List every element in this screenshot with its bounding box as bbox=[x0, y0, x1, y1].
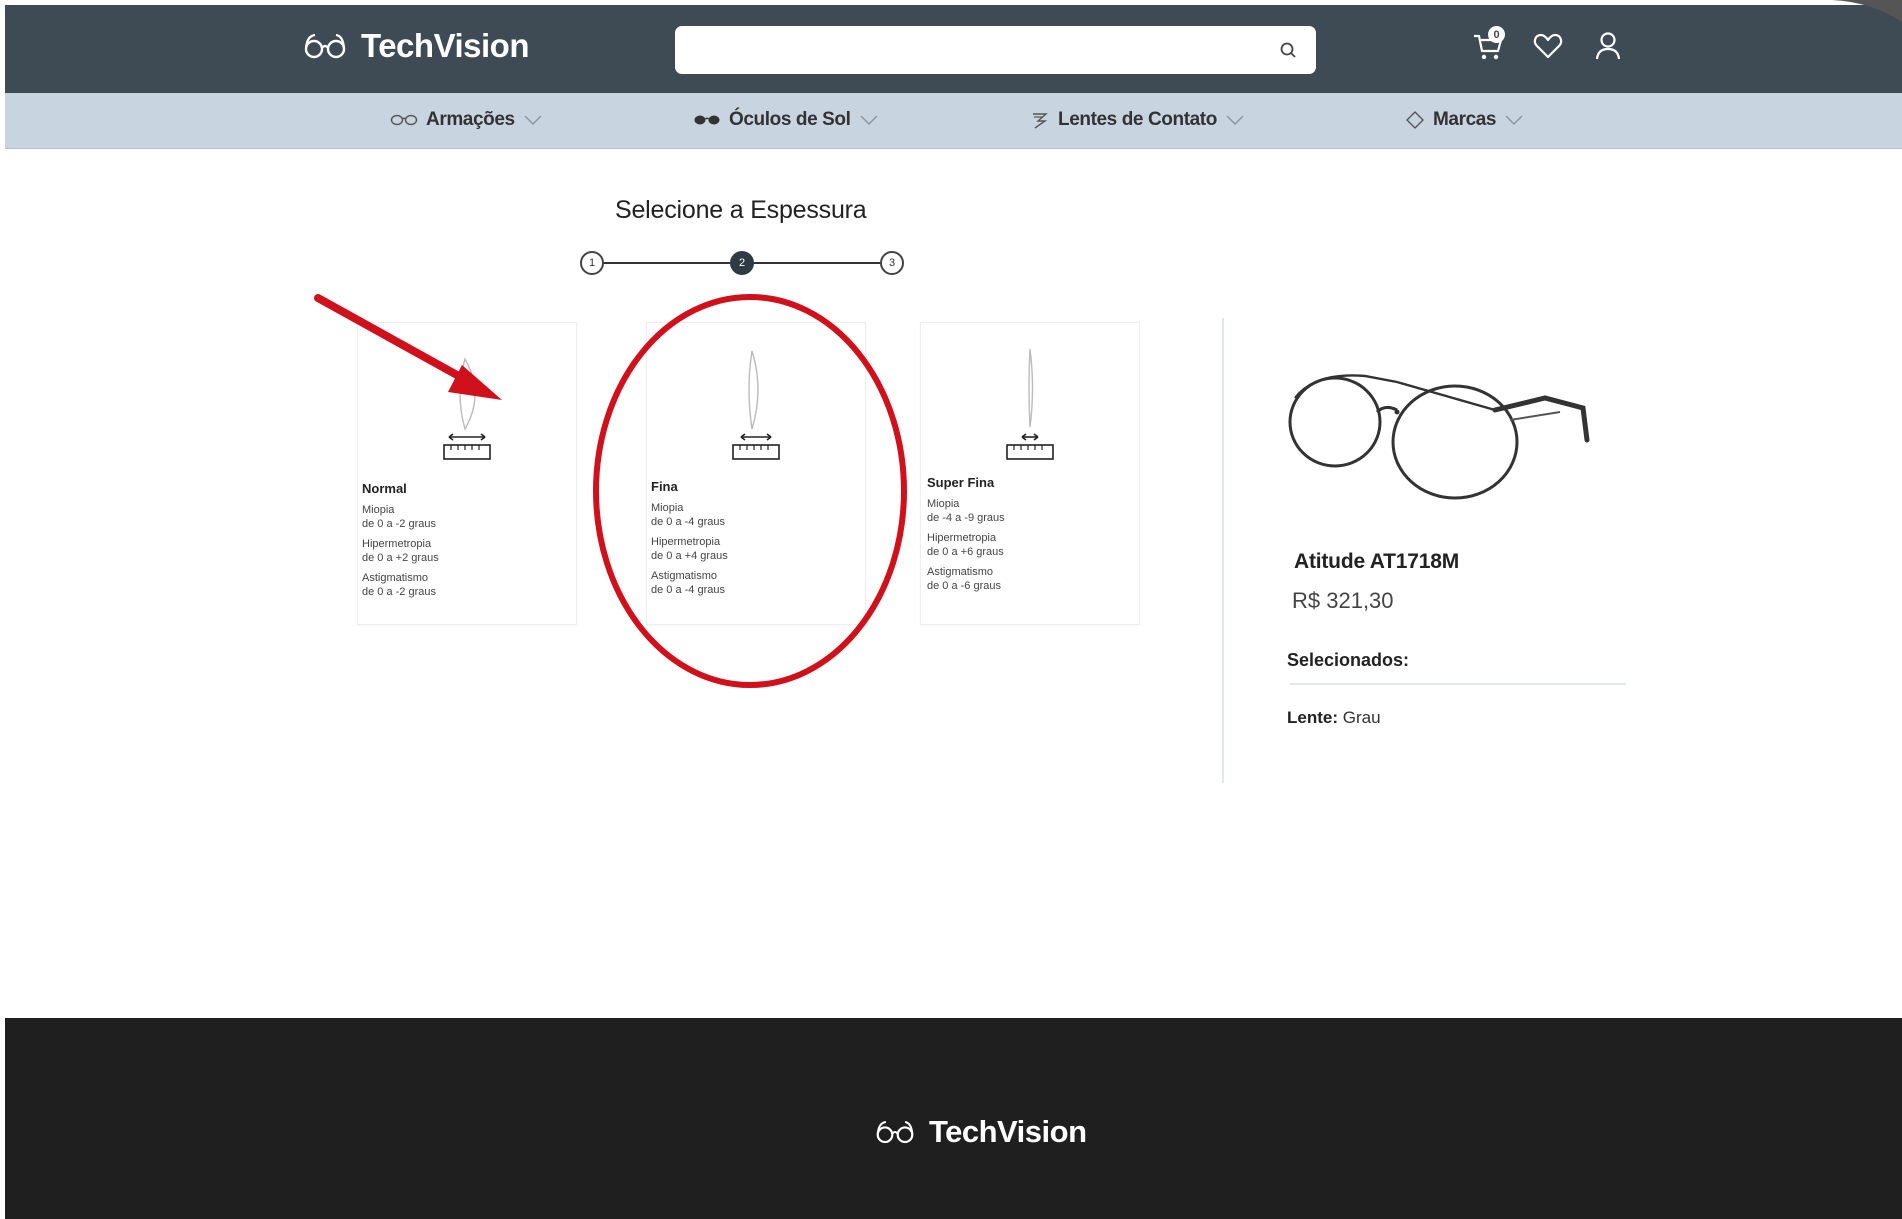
selected-lens: Lente: Grau bbox=[1287, 708, 1381, 728]
heart-icon bbox=[1533, 33, 1563, 59]
lens-value: Grau bbox=[1342, 708, 1381, 727]
glasses-logo-icon bbox=[304, 33, 346, 59]
brand-logo[interactable]: TechVision bbox=[303, 27, 530, 65]
search-icon[interactable] bbox=[1278, 40, 1298, 60]
thickness-option-super-fina[interactable]: Super Fina Miopia de -4 a -9 graus Hiperm… bbox=[920, 322, 1140, 625]
sunglasses-icon bbox=[694, 115, 720, 125]
chevron-down-icon bbox=[1505, 115, 1523, 125]
nav-item-lentes-de-contato[interactable]: Lentes de Contato bbox=[1030, 109, 1245, 131]
thickness-option-fina[interactable]: Fina Miopia de 0 a -4 graus Hipermetropia… bbox=[646, 322, 866, 625]
spec-label: Hipermetropia bbox=[651, 536, 721, 548]
account-button[interactable] bbox=[1591, 29, 1625, 63]
lens-thin-icon bbox=[647, 349, 865, 444]
spec-range: de 0 a -2 graus bbox=[362, 586, 436, 598]
option-specs: Miopia de 0 a -4 graus Hipermetropia de 0 … bbox=[651, 501, 728, 603]
lens-label: Lente: bbox=[1287, 708, 1338, 727]
spec-label: Astigmatismo bbox=[927, 566, 994, 578]
glasses-outline-icon bbox=[390, 114, 418, 126]
nav-label: Óculos de Sol bbox=[729, 109, 851, 130]
spec-range: de 0 a +6 graus bbox=[927, 546, 1004, 558]
lens-super-thin-icon bbox=[921, 349, 1139, 444]
spec-range: de 0 a -2 graus bbox=[362, 518, 436, 530]
product-price: R$ 321,30 bbox=[1292, 588, 1394, 613]
spec-label: Miopia bbox=[651, 502, 684, 514]
step-1[interactable]: 1 bbox=[580, 251, 604, 275]
option-specs: Miopia de 0 a -2 graus Hipermetropia de 0 … bbox=[362, 503, 439, 605]
spec-range: de -4 a -9 graus bbox=[927, 512, 1005, 524]
spec-label: Astigmatismo bbox=[651, 570, 718, 582]
search-input[interactable] bbox=[675, 26, 1316, 74]
spec-label: Hipermetropia bbox=[362, 538, 432, 550]
column-divider bbox=[1222, 318, 1224, 783]
spec-label: Miopia bbox=[362, 504, 395, 516]
progress-stepper: 1 2 3 bbox=[580, 250, 906, 276]
footer-brand-name: TechVision bbox=[929, 1114, 1087, 1149]
ruler-icon bbox=[358, 431, 576, 465]
footer-logo[interactable]: TechVision bbox=[875, 1114, 1087, 1150]
spec-label: Hipermetropia bbox=[927, 532, 997, 544]
chevron-down-icon bbox=[860, 115, 877, 125]
option-name: Super Fina bbox=[927, 475, 995, 490]
option-specs: Miopia de -4 a -9 graus Hipermetropia de 0… bbox=[927, 497, 1005, 599]
chevron-down-icon bbox=[1226, 115, 1244, 125]
selected-heading: Selecionados: bbox=[1287, 650, 1410, 670]
product-name: Atitude AT1718M bbox=[1294, 550, 1460, 573]
spec-range: de 0 a +2 graus bbox=[362, 552, 439, 564]
spec-label: Miopia bbox=[927, 498, 960, 510]
nav-label: Lentes de Contato bbox=[1058, 109, 1217, 130]
window-corner-decoration bbox=[1832, 0, 1902, 22]
spec-range: de 0 a -4 graus bbox=[651, 516, 725, 528]
summary-divider bbox=[1290, 683, 1626, 685]
contact-lens-icon bbox=[1033, 113, 1048, 129]
spec-range: de 0 a -6 graus bbox=[927, 580, 1001, 592]
user-icon bbox=[1595, 32, 1621, 60]
option-name: Normal bbox=[362, 481, 407, 496]
chevron-down-icon bbox=[524, 115, 542, 125]
ruler-icon bbox=[647, 431, 865, 465]
page-footer: TechVision bbox=[5, 1018, 1902, 1219]
brand-name: TechVision bbox=[361, 27, 530, 64]
ruler-icon bbox=[921, 431, 1139, 465]
header-actions: 0 bbox=[1471, 26, 1625, 63]
option-name: Fina bbox=[651, 479, 678, 494]
spec-range: de 0 a +4 graus bbox=[651, 550, 728, 562]
thickness-option-normal[interactable]: Normal Miopia de 0 a -2 graus Hipermetrop… bbox=[357, 322, 577, 625]
nav-item-armacoes[interactable]: Armações bbox=[390, 109, 543, 131]
spec-label: Astigmatismo bbox=[362, 572, 429, 584]
step-2-active[interactable]: 2 bbox=[730, 251, 754, 275]
tag-icon bbox=[1406, 111, 1424, 129]
wishlist-button[interactable] bbox=[1531, 29, 1565, 63]
step-3[interactable]: 3 bbox=[880, 251, 904, 275]
glasses-logo-icon bbox=[876, 1121, 914, 1144]
nav-label: Armações bbox=[426, 109, 515, 130]
cart-button[interactable]: 0 bbox=[1471, 26, 1505, 63]
cart-count-badge: 0 bbox=[1488, 26, 1505, 43]
category-nav: Armações Óculos de Sol Lentes de Contato… bbox=[5, 93, 1902, 149]
step-title: Selecione a Espessura bbox=[615, 196, 867, 224]
top-header: TechVision 0 bbox=[5, 5, 1902, 93]
lens-thick-icon bbox=[358, 349, 576, 444]
product-glasses-image bbox=[1288, 374, 1590, 500]
search-box[interactable] bbox=[675, 26, 1316, 74]
spec-range: de 0 a -4 graus bbox=[651, 584, 725, 596]
nav-item-oculos-de-sol[interactable]: Óculos de Sol bbox=[693, 109, 879, 131]
nav-label: Marcas bbox=[1433, 109, 1497, 130]
nav-item-marcas[interactable]: Marcas bbox=[1405, 109, 1524, 131]
